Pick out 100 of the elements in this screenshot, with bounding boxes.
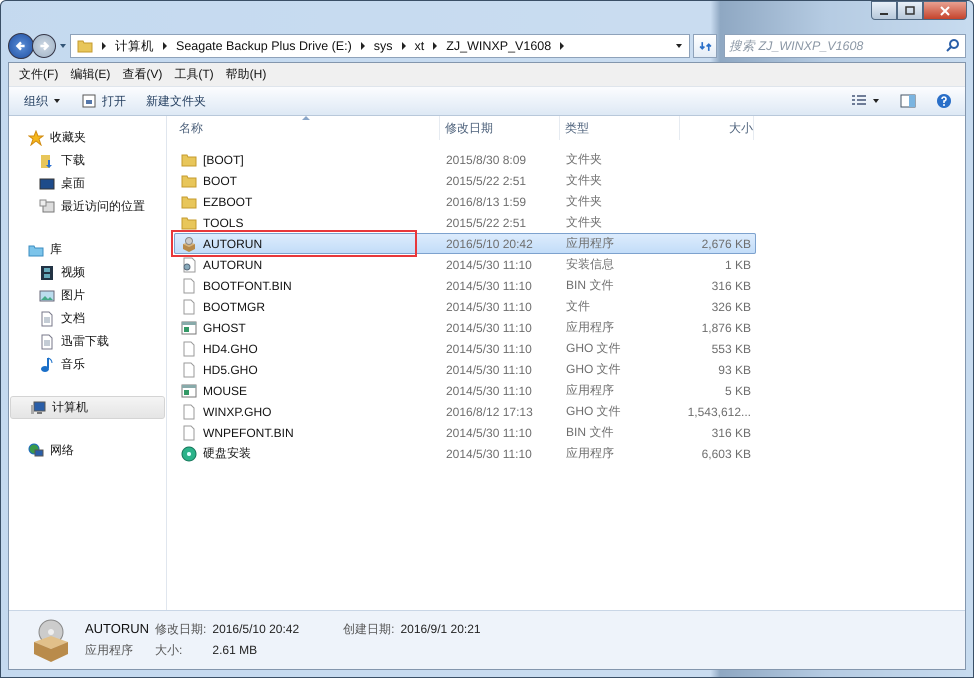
disc-icon [181,446,197,462]
file-type: 应用程序 [85,642,134,659]
chevron-icon[interactable] [360,42,366,50]
sidebar-item[interactable]: 视频 [9,261,166,284]
file-name: [BOOT] [203,152,244,166]
file-row[interactable]: EZBOOT 2016/8/13 1:59 文件夹 [174,191,756,212]
menu-item[interactable]: 查看(V) [116,66,168,83]
new-folder-button[interactable]: 新建文件夹 [139,90,213,112]
menu-item[interactable]: 文件(F) [13,66,64,83]
file-row[interactable]: [BOOT] 2015/8/30 8:09 文件夹 [174,149,756,170]
column-header[interactable]: 类型 [560,116,680,140]
chevron-icon[interactable] [432,42,438,50]
breadcrumb[interactable]: Seagate Backup Plus Drive (E:) [176,39,352,53]
breadcrumb[interactable]: sys [374,39,393,53]
field-value: 2016/9/1 20:21 [400,622,481,636]
refresh-button[interactable] [693,34,717,58]
sidebar-item[interactable]: 音乐 [9,353,166,376]
file-row[interactable]: BOOT 2015/5/22 2:51 文件夹 [174,170,756,191]
table-cell-text: 文件夹 [565,151,603,168]
sidebar-item[interactable]: 文档 [9,307,166,330]
document-icon [39,310,55,326]
column-header[interactable]: 大小 [680,116,754,140]
file-row[interactable]: BOOTMGR 2014/5/30 11:10 文件 326 KB [174,296,756,317]
file-row[interactable]: HD5.GHO 2014/5/30 11:10 GHO 文件 93 KB [174,359,756,380]
recent-places-icon [39,198,55,214]
maximize-button[interactable] [897,1,923,20]
breadcrumb[interactable]: xt [414,39,424,53]
minimize-button[interactable] [871,1,897,20]
sidebar-item[interactable]: 库 [9,238,166,261]
file-row[interactable]: TOOLS 2015/5/22 2:51 文件夹 [174,212,756,233]
table-cell-text: 553 KB [710,342,752,356]
field-label: 修改日期: [155,621,206,638]
close-button[interactable] [923,1,967,20]
table-cell-text: 1,876 KB [700,320,752,334]
table-cell-text: 2014/5/30 11:10 [445,362,533,376]
image-icon [39,288,55,304]
file-row[interactable]: WINXP.GHO 2016/8/12 17:13 GHO 文件 1,543,612... [174,401,756,422]
sidebar-item[interactable]: 图片 [9,284,166,307]
organize-button[interactable]: 组织 [17,90,68,112]
search-icon[interactable] [945,38,961,54]
gear-document-icon [181,256,197,272]
sidebar-item[interactable]: 迅雷下载 [9,330,166,353]
sidebar-item[interactable]: 计算机 [10,396,165,419]
sidebar-item[interactable]: 最近访问的位置 [9,195,166,218]
file-row[interactable]: AUTORUN 2016/5/10 20:42 应用程序 2,676 KB [174,233,756,254]
sidebar-item[interactable]: 收藏夹 [9,126,166,149]
table-cell-text: 2016/8/12 17:13 [445,404,534,418]
menu-item[interactable]: 帮助(H) [220,66,272,83]
table-cell-text: 316 KB [710,278,752,292]
breadcrumb[interactable]: 计算机 [115,38,154,54]
open-button[interactable]: 打开 [74,90,133,112]
window-icon [81,93,97,109]
chevron-icon[interactable] [162,42,168,50]
table-cell-text: 应用程序 [565,319,615,336]
file-name: MOUSE [203,384,248,398]
file-row[interactable]: 硬盘安装 2014/5/30 11:10 应用程序 6,603 KB [174,443,756,464]
table-cell-text: 2,676 KB [700,236,752,250]
back-button[interactable] [8,33,34,59]
file-row[interactable]: GHOST 2014/5/30 11:10 应用程序 1,876 KB [174,317,756,338]
field-label: 创建日期: [343,621,394,638]
file-row[interactable]: WNPEFONT.BIN 2014/5/30 11:10 BIN 文件 316 KB [174,422,756,443]
field-value: 2.61 MB [212,643,258,657]
music-note-icon [39,356,55,372]
table-cell-text: 2014/5/30 11:10 [445,342,533,356]
sidebar-item[interactable]: 下载 [9,149,166,172]
file-name: WNPEFONT.BIN [203,426,294,440]
table-cell-text: 2014/5/30 11:10 [445,278,533,292]
caret-icon [872,97,880,105]
document-icon [181,340,197,356]
table-cell-text: 应用程序 [565,235,615,252]
file-row[interactable]: MOUSE 2014/5/30 11:10 应用程序 5 KB [174,380,756,401]
file-row[interactable]: BOOTFONT.BIN 2014/5/30 11:10 BIN 文件 316 KB [174,275,756,296]
folder-icon [181,152,197,168]
sidebar-item[interactable]: 网络 [9,439,166,462]
table-cell-text: 2014/5/30 11:10 [445,384,533,398]
minimize-icon [880,12,888,14]
table-cell-text: 应用程序 [565,445,615,462]
caret-icon [53,97,61,105]
column-header[interactable]: 修改日期 [440,116,560,140]
caret-icon[interactable] [675,42,683,50]
table-cell-text: 文件夹 [565,214,603,231]
forward-button[interactable] [32,34,56,58]
box-icon [31,618,71,662]
chevron-icon[interactable] [559,42,566,50]
table-cell-text: 1,543,612... [686,404,752,418]
table-cell-text: 2015/8/30 8:09 [445,152,528,166]
chevron-icon[interactable] [101,42,107,50]
address-bar[interactable]: 计算机 Seagate Backup Plus Drive (E:) sys xt ZJ_WINXP_V1608 [70,34,690,58]
file-row[interactable]: AUTORUN 2014/5/30 11:10 安装信息 1 KB [174,254,756,275]
file-name: HD4.GHO [203,342,258,356]
document-icon [181,298,197,314]
sidebar-item[interactable]: 桌面 [9,172,166,195]
menu-item[interactable]: 工具(T) [168,66,220,83]
breadcrumb[interactable]: ZJ_WINXP_V1608 [446,39,552,53]
search-field[interactable]: 搜索 ZJ_WINXP_V1608 [724,34,966,58]
file-row[interactable]: HD4.GHO 2014/5/30 11:10 GHO 文件 553 KB [174,338,756,359]
box-icon [181,236,197,252]
table-cell-text: 316 KB [710,426,752,440]
menu-item[interactable]: 编辑(E) [64,66,116,83]
chevron-icon[interactable] [400,42,407,50]
